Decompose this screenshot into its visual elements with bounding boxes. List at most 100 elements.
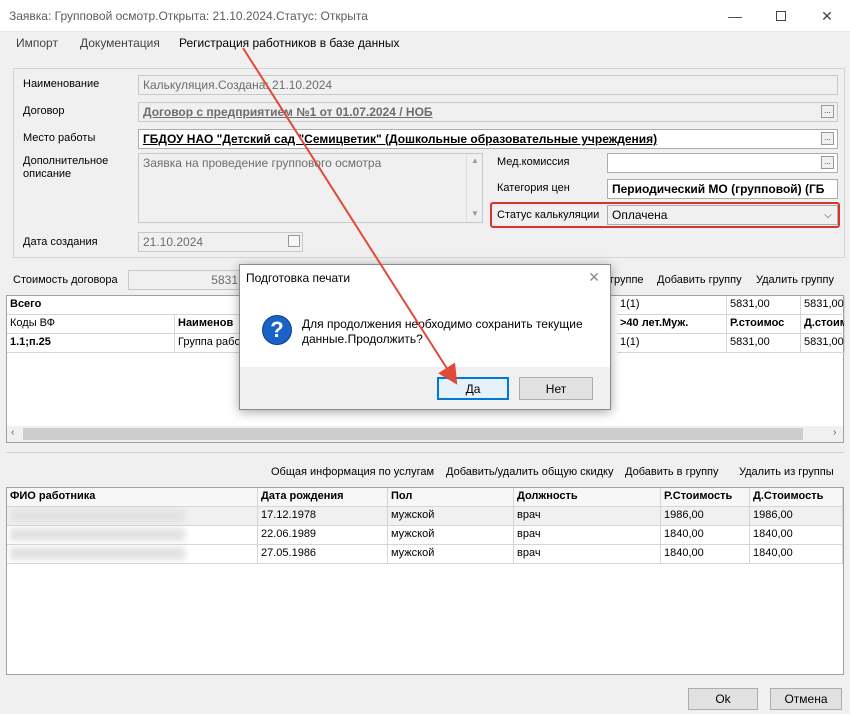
section-divider [6,452,844,453]
scroll-thumb[interactable] [23,428,803,440]
group-row-count[interactable]: 1(1) [617,334,727,353]
maximize-button[interactable] [758,0,804,32]
redacted-name [10,528,185,541]
ok-button[interactable]: Ok [688,688,758,710]
name-field[interactable]: Калькуляция.Создана: 21.10.2024 [138,75,838,95]
created-date-field[interactable]: 21.10.2024 [138,232,303,252]
add-to-group-button[interactable]: Добавить в группу [625,466,719,478]
print-prep-dialog: Подготовка печати ✕ ? Для продолжения не… [239,264,611,410]
title-bar: Заявка: Групповой осмотр.Открыта: 21.10.… [0,0,850,32]
dialog-message: Для продолжения необходимо сохранить тек… [302,317,583,346]
description-scrollbar[interactable]: ▲ ▼ [466,154,482,222]
workers-header-fio[interactable]: ФИО работника [7,488,258,507]
calc-status-value: Оплачена [612,208,668,222]
group-total-r: 5831,00 [727,296,801,315]
description-field[interactable]: Заявка на проведение группового осмотра [138,153,483,223]
calc-status-label: Статус калькуляции [497,209,600,221]
table-row-cell[interactable]: 1986,00 [750,507,843,526]
table-row-cell[interactable]: 1840,00 [750,526,843,545]
window-title: Заявка: Групповой осмотр.Открыта: 21.10.… [9,9,368,23]
dialog-title: Подготовка печати [246,271,351,285]
contract-browse-button[interactable]: ... [821,105,834,118]
group-action-partial[interactable]: группе [610,274,644,286]
minimize-icon: — [728,8,742,24]
table-row-cell[interactable]: мужской [388,507,514,526]
workplace-label: Место работы [23,132,96,144]
scroll-up-icon: ▲ [471,156,479,165]
group-header-r-cost[interactable]: Р.стоимос [727,315,801,334]
table-row-cell[interactable]: 1986,00 [661,507,750,526]
table-row-cell[interactable]: 17.12.1978 [258,507,388,526]
group-header-age[interactable]: >40 лет.Муж. [617,315,727,334]
commission-label: Мед.комиссия [497,156,570,168]
commission-browse-button[interactable]: ... [821,156,834,169]
maximize-icon [776,11,786,21]
table-row-cell[interactable]: 1840,00 [750,545,843,564]
price-category-field[interactable]: Периодический МО (групповой) (ГБ [607,179,838,199]
table-row-cell[interactable]: мужской [388,545,514,564]
dialog-footer: Да Нет [240,367,610,409]
workers-header-position[interactable]: Должность [514,488,661,507]
redacted-name [10,509,185,522]
table-row-cell[interactable]: 1840,00 [661,526,750,545]
name-label: Наименование [23,78,100,90]
scroll-down-icon: ▼ [471,209,479,218]
workers-row-fio[interactable] [7,545,258,564]
menu-import[interactable]: Импорт [16,36,58,50]
workers-header-r-cost[interactable]: Р.Стоимость [661,488,750,507]
workers-grid[interactable]: ФИО работника Дата рождения Пол Должност… [6,487,844,675]
group-header-codes[interactable]: Коды ВФ [7,315,175,334]
calendar-icon[interactable] [288,235,300,247]
scroll-left-icon[interactable]: ‹ [11,427,14,438]
workers-row-fio[interactable] [7,507,258,526]
contract-label: Договор [23,105,65,117]
chevron-down-icon[interactable]: ⌵ [821,206,835,224]
services-info-button[interactable]: Общая информация по услугам [271,466,434,478]
minimize-button[interactable]: — [712,0,758,32]
dialog-yes-button[interactable]: Да [437,377,509,400]
remove-from-group-button[interactable]: Удалить из группы [739,466,834,478]
table-row-cell[interactable]: врач [514,507,661,526]
commission-field[interactable] [607,153,838,173]
group-row-d-cost[interactable]: 5831,00 [801,334,845,353]
cancel-button[interactable]: Отмена [770,688,842,710]
calc-status-combobox[interactable]: Оплачена [607,205,838,225]
contract-cost-field[interactable]: 5831 [128,270,243,290]
dialog-no-button[interactable]: Нет [519,377,593,400]
contract-field[interactable]: Договор с предприятием №1 от 01.07.2024 … [138,102,838,122]
delete-group-button[interactable]: Удалить группу [756,274,834,286]
group-header-d-cost[interactable]: Д.стоимо [801,315,845,334]
discount-button[interactable]: Добавить/удалить общую скидку [446,466,613,478]
add-group-button[interactable]: Добавить группу [657,274,742,286]
table-row-cell[interactable]: 22.06.1989 [258,526,388,545]
close-icon: ✕ [821,7,833,24]
group-row-r-cost[interactable]: 5831,00 [727,334,801,353]
close-button[interactable]: ✕ [804,0,850,32]
menu-bar: Импорт Документация Регистрация работник… [0,32,850,56]
price-category-label: Категория цен [497,182,570,194]
scroll-right-icon[interactable]: › [833,427,836,438]
table-row-cell[interactable]: мужской [388,526,514,545]
group-row-codes[interactable]: 1.1;п.25 [7,334,175,353]
menu-register-workers[interactable]: Регистрация работников в базе данных [179,36,399,50]
workplace-field[interactable]: ГБДОУ НАО "Детский сад "Семицветик" (Дош… [138,129,838,149]
group-grid-hscrollbar[interactable]: ‹ › [7,426,843,442]
workers-header-birth[interactable]: Дата рождения [258,488,388,507]
menu-documentation[interactable]: Документация [80,36,160,50]
dialog-close-icon[interactable]: ✕ [588,269,600,286]
question-icon: ? [262,315,292,345]
workers-header-d-cost[interactable]: Д.Стоимость [750,488,843,507]
redacted-name [10,547,185,560]
table-row-cell[interactable]: врач [514,526,661,545]
workplace-browse-button[interactable]: ... [821,132,834,145]
created-label: Дата создания [23,236,98,248]
workers-header-gender[interactable]: Пол [388,488,514,507]
group-total-d: 5831,00 [801,296,845,315]
description-label: Дополнительное описание [23,155,109,180]
table-row-cell[interactable]: врач [514,545,661,564]
table-row-cell[interactable]: 1840,00 [661,545,750,564]
contract-cost-label: Стоимость договора [13,274,118,286]
workers-row-fio[interactable] [7,526,258,545]
group-total-count: 1(1) [617,296,727,315]
table-row-cell[interactable]: 27.05.1986 [258,545,388,564]
